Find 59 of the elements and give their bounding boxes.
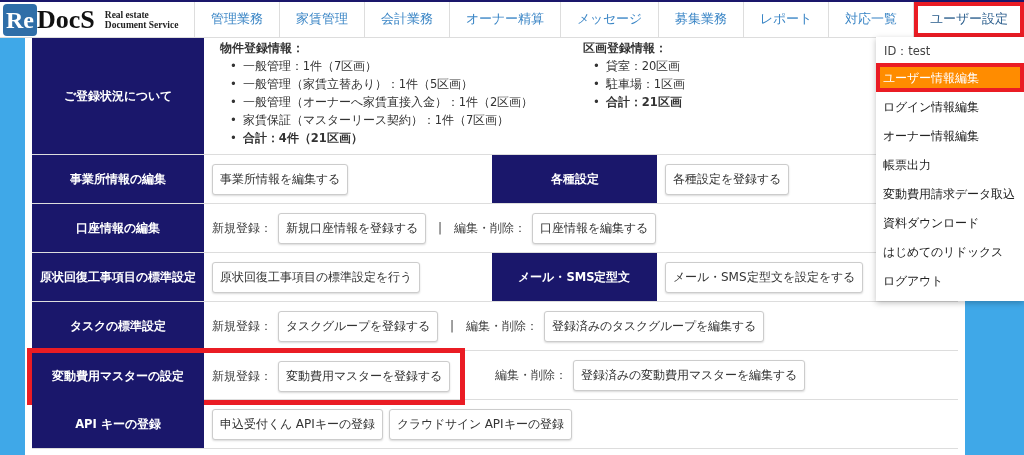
menu-item[interactable]: ログイン情報編集 [876,92,1024,121]
info-item: 駐車場：1区画 [605,76,686,93]
row-heading: API キーの登録 [32,400,204,448]
logo-name: DocS [37,4,95,35]
menu-item[interactable]: オーナー情報編集 [876,121,1024,150]
row-heading: タスクの標準設定 [32,302,204,350]
bullet-mark: • [593,58,600,75]
menu-item[interactable]: 帳票出力 [876,150,1024,179]
action-button[interactable]: 原状回復工事項目の標準設定を行う [212,261,420,293]
row-heading: ご登録状況について [32,38,204,154]
bullet-mark: • [230,58,237,75]
user-id-text: ID：test [883,43,932,60]
bullet-mark: • [593,76,600,93]
action-button[interactable]: 口座情報を編集する [532,212,657,244]
action-button[interactable]: タスクグループを登録する [278,310,438,342]
field-label: 新規登録： [212,219,272,237]
menu-item[interactable]: 資料ダウンロード [876,208,1024,237]
bullet-mark: • [230,76,237,93]
row-heading: 原状回復工事項目の標準設定 [32,253,204,301]
row-heading: メール・SMS定型文 [492,253,657,301]
bullet-mark: • [230,112,237,129]
action-button[interactable]: クラウドサイン APIキーの登録 [388,408,572,440]
info-heading: 物件登録情報： [220,40,304,57]
field-label: 編集・削除： [466,317,539,335]
field-label: 新規登録： [212,368,272,385]
menu-item[interactable]: はじめてのリドックス [876,237,1024,266]
menu-item[interactable]: ログアウト [876,266,1024,295]
row-heading: 各種設定 [492,155,657,203]
row-heading: 口座情報の編集 [32,204,204,252]
action-button[interactable]: 新規口座情報を登録する [278,212,426,244]
action-button[interactable]: 申込受付くん APIキーの登録 [212,408,383,440]
menu-item[interactable]: 変動費用請求データ取込 [876,179,1024,208]
logo-mark: Re [3,3,37,36]
field-label: 編集・削除： [495,366,567,384]
field-label: 新規登録： [212,317,272,335]
info-item: 合計：4件（21区画） [242,130,363,147]
info-item: 合計：21区画 [605,94,682,111]
bullet-mark: • [230,94,237,111]
separator-text: | [450,319,455,333]
separator-text: | [438,221,443,235]
info-item: 一般管理：1件（7区画） [242,58,378,75]
logo-tagline: Real estate Document Service [104,9,179,30]
info-item: 一般管理（オーナーへ家賃直接入金）：1件（2区画） [242,94,534,111]
action-button[interactable]: 各種設定を登録する [665,163,789,195]
action-button[interactable]: メール・SMS定型文を設定をする [665,261,863,293]
info-heading: 区画登録情報： [583,40,667,57]
bullet-mark: • [230,130,237,147]
row-heading: 事業所情報の編集 [32,155,204,203]
nav-tab[interactable]: ユーザー設定 [913,2,1024,37]
action-button[interactable]: 登録済みの変動費用マスターを編集する [573,359,805,391]
info-item: 貸室：20区画 [605,58,681,75]
info-item: 家賃保証（マスターリース契約）：1件（7区画） [242,112,510,129]
action-button[interactable]: 事業所情報を編集する [212,163,348,195]
row-heading: 変動費用マスターの設定 [32,353,204,400]
field-label: 編集・削除： [454,219,527,237]
info-item: 一般管理（家賃立替あり）：1件（5区画） [242,76,474,93]
action-button[interactable]: 登録済みのタスクグループを編集する [544,310,765,342]
bullet-mark: • [593,94,600,111]
action-button[interactable]: 変動費用マスターを登録する [278,361,450,392]
